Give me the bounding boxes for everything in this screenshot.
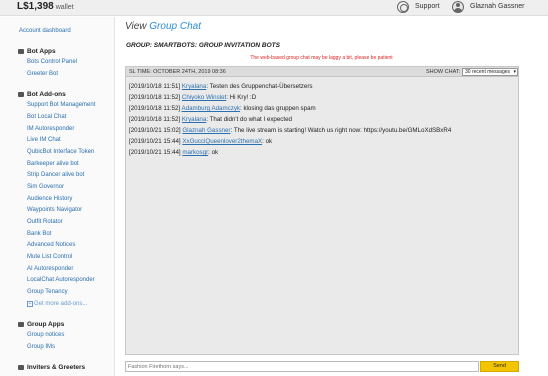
send-button[interactable]: Send	[480, 361, 519, 372]
chat-message: [2019/10/21 15:44] markosgr: ok	[129, 149, 218, 156]
message-author[interactable]: XxGucciQueenlover2themaX	[182, 138, 262, 145]
sidebar-item-bank-bot[interactable]: Bank Bot	[27, 231, 51, 237]
sidebar-item-ai-autoresponder[interactable]: AI Autoresponder	[27, 266, 73, 272]
chat-message: [2019/10/18 11:52] Adamburg Adamczyk: kl…	[129, 105, 316, 112]
support-icon[interactable]	[397, 1, 409, 13]
sidebar-item-group-ims[interactable]: Group IMs	[27, 344, 55, 350]
user-name-link[interactable]: Glaznah Gassner	[470, 3, 524, 10]
message-text: : Hi Kry! :D	[226, 94, 257, 101]
message-time: [2019/10/18 11:52]	[129, 105, 181, 112]
page-title: View Group Chat	[125, 21, 201, 32]
message-author[interactable]: markosgr	[182, 149, 208, 156]
inviter-icon	[18, 364, 24, 370]
show-chat-value: 30 recent messages	[465, 69, 511, 75]
sidebar-item-im-autoresponder[interactable]: IM Autoresponder	[27, 126, 74, 132]
bot-icon	[18, 48, 24, 54]
sidebar-item-group-notices[interactable]: Group notices	[27, 332, 64, 338]
message-text: : Testen des Gruppenchat-Übersetzers	[206, 83, 313, 90]
sidebar-item-mute-list-control[interactable]: Mute List Control	[27, 254, 72, 260]
sl-time: SL TIME: OCTOBER 24TH, 2019 08:36	[129, 69, 226, 75]
chat-log[interactable]: SL TIME: OCTOBER 24TH, 2019 08:36 SHOW C…	[125, 66, 519, 355]
addon-icon	[18, 91, 24, 97]
sidebar-heading-label: Group Apps	[27, 321, 65, 328]
sidebar-heading-label: Bot Apps	[27, 48, 56, 55]
message-text: : ok	[262, 138, 273, 145]
show-chat-label: SHOW CHAT:	[426, 69, 461, 75]
show-chat-select[interactable]: 30 recent messages	[462, 68, 518, 76]
plus-icon: +	[27, 301, 33, 307]
chat-message: [2019/10/21 15:02] Glaznah Gassner: The …	[129, 127, 451, 134]
sidebar: Account dashboard Bot Apps Bots Control …	[0, 17, 115, 376]
sidebar-item-greeter-bot[interactable]: Greeter Bot	[27, 71, 58, 77]
sidebar-item-waypoints-navigator[interactable]: Waypoints Navigator	[27, 207, 82, 213]
page-title-accent: Group Chat	[149, 21, 201, 32]
message-author[interactable]: Kryalana	[182, 116, 206, 123]
top-bar: L$1,398 wallet Support Glaznah Gassner	[0, 0, 548, 16]
sidebar-heading-group-apps: Group Apps	[18, 321, 64, 328]
message-time: [2019/10/18 11:52]	[129, 116, 181, 123]
sidebar-item-strip-dancer-alive-bot[interactable]: Strip Dancer alive bot	[27, 172, 84, 178]
chat-message: [2019/10/21 15:44] XxGucciQueenlover2the…	[129, 138, 272, 145]
chat-input-row: Send	[125, 361, 519, 372]
sidebar-item-get-more-addons[interactable]: + Get more add-ons...	[27, 301, 87, 307]
message-text: : ok	[208, 149, 219, 156]
chat-message: [2019/10/18 11:52] Chiyoko Winslet: Hi K…	[129, 94, 256, 101]
balance-amount: L$1,398	[17, 1, 54, 12]
sidebar-heading-label: Inviters & Greeters	[27, 364, 86, 371]
wallet-balance[interactable]: L$1,398 wallet	[17, 1, 74, 12]
lag-warning: The web-based group chat may be laggy a …	[250, 55, 393, 61]
group-label: GROUP: SMARTBOTS: GROUP INVITATION BOTS	[126, 42, 280, 49]
get-more-addons-label: Get more add-ons...	[34, 301, 88, 307]
message-author[interactable]: Kryalana	[182, 83, 206, 90]
message-author[interactable]: Adamburg Adamczyk	[182, 105, 240, 112]
chat-header: SL TIME: OCTOBER 24TH, 2019 08:36 SHOW C…	[126, 67, 518, 77]
sidebar-item-localchat-autoresponder[interactable]: LocalChat Autoresponder	[27, 277, 95, 283]
message-author[interactable]: Chiyoko Winslet	[182, 94, 226, 101]
message-text: : The live stream is starting! Watch us …	[230, 127, 452, 134]
sidebar-heading-bot-apps: Bot Apps	[18, 48, 56, 55]
page-title-prefix: View	[125, 21, 147, 32]
balance-suffix: wallet	[55, 4, 74, 11]
sidebar-heading-inviters-greeters: Inviters & Greeters	[18, 364, 85, 371]
message-time: [2019/10/21 15:44]	[129, 149, 181, 156]
sidebar-item-live-im-chat[interactable]: Live IM Chat	[27, 137, 61, 143]
user-avatar-icon[interactable]	[452, 1, 464, 13]
message-author[interactable]: Glaznah Gassner	[182, 127, 230, 134]
sidebar-item-outfit-rotator[interactable]: Outfit Rotator	[27, 219, 63, 225]
message-time: [2019/10/18 11:52]	[129, 94, 181, 101]
chat-message: [2019/10/18 11:52] Kryalana: That didn't…	[129, 116, 292, 123]
sidebar-item-audience-history[interactable]: Audience History	[27, 196, 72, 202]
sidebar-item-sim-governor[interactable]: Sim Governor	[27, 184, 64, 190]
message-text: : klosing das gruppen spam	[240, 105, 316, 112]
sidebar-item-bot-local-chat[interactable]: Bot Local Chat	[27, 114, 66, 120]
sidebar-item-support-bot-management[interactable]: Support Bot Management	[27, 102, 95, 108]
sidebar-heading-label: Bot Add-ons	[27, 91, 66, 98]
message-time: [2019/10/21 15:02]	[129, 127, 181, 134]
message-time: [2019/10/21 15:44]	[129, 138, 181, 145]
sidebar-item-qubicbot-interface-token[interactable]: QubicBot Interface Token	[27, 149, 94, 155]
chat-message-input[interactable]	[125, 361, 479, 372]
message-time: [2019/10/18 11:51]	[129, 83, 181, 90]
group-icon	[18, 321, 24, 327]
sidebar-item-group-tenancy[interactable]: Group Tenancy	[27, 289, 68, 295]
sidebar-item-advanced-notices[interactable]: Advanced Notices	[27, 242, 75, 248]
sidebar-item-bots-control-panel[interactable]: Bots Control Panel	[27, 59, 77, 65]
sidebar-item-barkeeper-alive-bot[interactable]: Barkeeper alive bot	[27, 161, 79, 167]
sidebar-heading-bot-addons: Bot Add-ons	[18, 91, 66, 98]
sidebar-item-account-dashboard[interactable]: Account dashboard	[19, 28, 71, 34]
chat-message: [2019/10/18 11:51] Kryalana: Testen des …	[129, 83, 312, 90]
support-link[interactable]: Support	[415, 3, 440, 10]
message-text: : That didn't do what I expected	[206, 116, 292, 123]
